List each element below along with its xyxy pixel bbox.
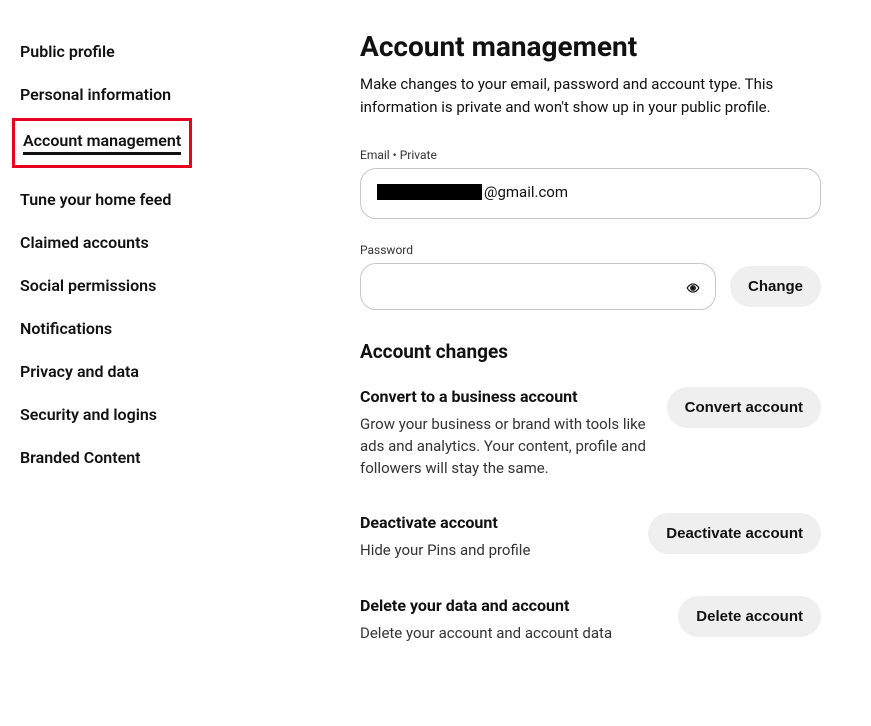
convert-account-button[interactable]: Convert account [667,387,821,428]
sidebar-item-claimed-accounts[interactable]: Claimed accounts [20,221,230,264]
email-label: Email • Private [360,148,821,162]
sidebar-item-privacy-data[interactable]: Privacy and data [20,350,230,393]
eye-icon[interactable] [686,280,700,294]
convert-title: Convert to a business account [360,387,647,406]
delete-desc: Delete your account and account data [360,623,658,645]
sidebar-item-tune-home-feed[interactable]: Tune your home feed [20,178,230,221]
sidebar-item-branded-content[interactable]: Branded Content [20,436,230,479]
deactivate-title: Deactivate account [360,513,628,532]
delete-account-button[interactable]: Delete account [678,596,821,637]
convert-desc: Grow your business or brand with tools l… [360,414,647,479]
password-field[interactable] [360,263,716,310]
password-label: Password [360,243,821,257]
sidebar-item-security-logins[interactable]: Security and logins [20,393,230,436]
account-changes-heading: Account changes [360,340,821,363]
page-title: Account management [360,30,821,63]
deactivate-desc: Hide your Pins and profile [360,540,628,562]
email-redacted [377,184,482,200]
delete-title: Delete your data and account [360,596,658,615]
settings-sidebar: Public profile Personal information Acco… [20,30,250,696]
deactivate-account-button[interactable]: Deactivate account [648,513,821,554]
sidebar-item-label: Account management [23,131,181,155]
sidebar-item-public-profile[interactable]: Public profile [20,30,230,73]
change-password-button[interactable]: Change [730,266,821,307]
sidebar-item-social-permissions[interactable]: Social permissions [20,264,230,307]
sidebar-item-account-management[interactable]: Account management [12,118,192,168]
sidebar-item-personal-information[interactable]: Personal information [20,73,230,116]
sidebar-item-notifications[interactable]: Notifications [20,307,230,350]
email-suffix: @gmail.com [484,183,568,201]
email-field[interactable]: @gmail.com [360,168,821,219]
page-subtitle: Make changes to your email, password and… [360,73,821,118]
main-content: Account management Make changes to your … [250,30,851,696]
